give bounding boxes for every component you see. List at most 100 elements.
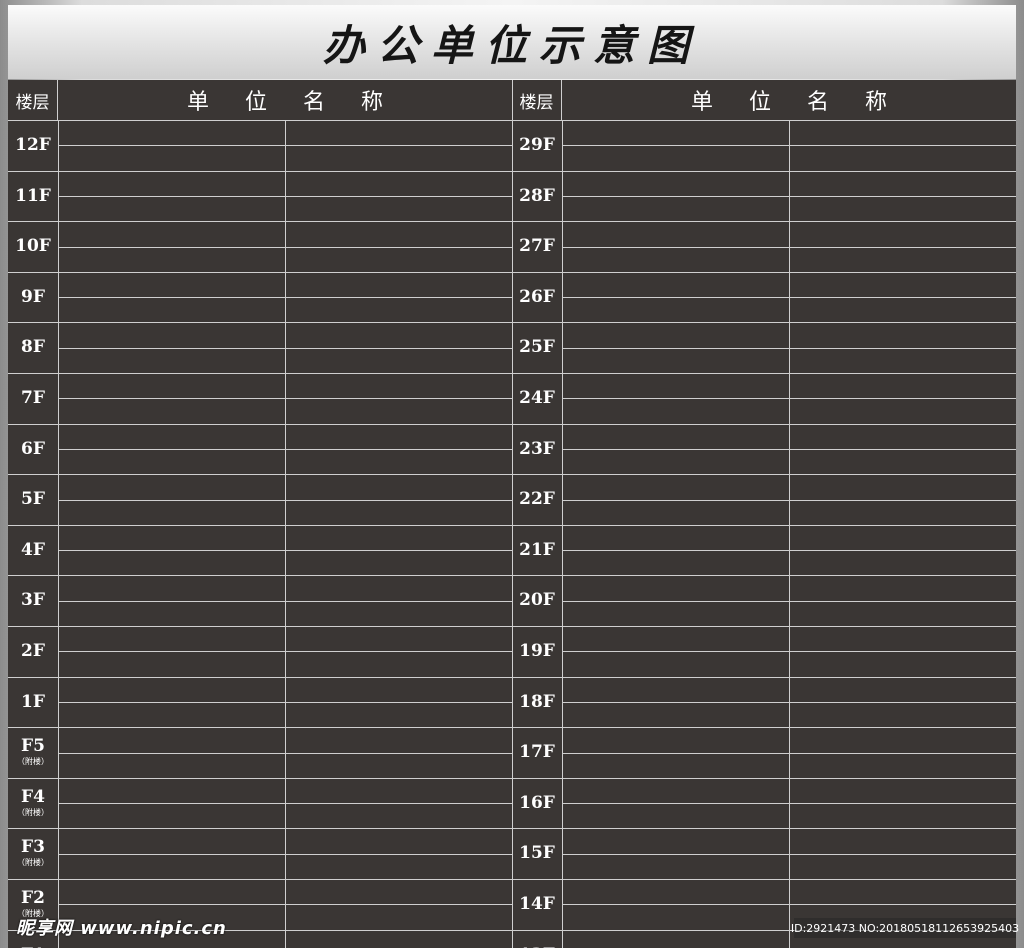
floor-label: 4F <box>21 539 45 560</box>
right-floor-cell: 16F <box>512 778 562 828</box>
left-floor-cell: 1F <box>8 677 58 727</box>
unit-slot-line <box>562 246 1016 248</box>
right-floor-cell: 28F <box>512 171 562 221</box>
unit-slot-line <box>58 347 512 349</box>
floor-row-separator <box>8 474 512 476</box>
unit-slot-line <box>58 297 512 299</box>
unit-slot-line <box>562 803 1016 805</box>
floor-label: 7F <box>21 388 45 408</box>
right-floor-cell: 18F <box>512 677 562 727</box>
floor-label: 12F <box>15 135 51 155</box>
floor-row-separator <box>512 575 1016 577</box>
unit-column-divider <box>285 120 286 948</box>
floor-label: 10F <box>15 236 51 257</box>
unit-slot-line <box>58 853 512 855</box>
unit-slot-line <box>562 550 1016 552</box>
floor-row-separator <box>8 676 512 678</box>
unit-slot-line <box>58 550 512 552</box>
floor-row-separator <box>512 170 1016 172</box>
floor-label: 16F <box>519 792 555 813</box>
floor-row-separator <box>512 676 1016 678</box>
right-floor-cell: 14F <box>512 879 562 929</box>
unit-slot-line <box>58 904 512 906</box>
unit-slot-line <box>562 853 1016 855</box>
right-floor-cell: 19F <box>512 626 562 676</box>
floor-label: F5 <box>21 736 45 757</box>
floor-column-divider <box>58 120 59 948</box>
right-floor-cell: 26F <box>512 272 562 322</box>
floor-row-separator <box>512 474 1016 476</box>
floor-label: 18F <box>519 691 555 712</box>
unit-slot-line <box>58 752 512 754</box>
right-floor-cell: 27F <box>512 221 562 271</box>
right-floor-cell: 25F <box>512 322 562 372</box>
floor-row-separator <box>8 828 512 830</box>
unit-slot-line <box>58 145 512 147</box>
annex-note: （附楼） <box>17 858 49 868</box>
floor-label: 3F <box>21 590 45 611</box>
left-floor-cell: 4F <box>8 525 58 575</box>
floor-label: 20F <box>519 590 555 611</box>
unit-column-divider <box>789 120 790 948</box>
unit-slot-line <box>58 246 512 248</box>
left-floor-cell: F4 （附楼） <box>8 778 58 828</box>
right-floor-cell: 17F <box>512 727 562 777</box>
right-header: 楼层 单位名称 <box>512 80 1016 121</box>
floor-row-separator <box>512 828 1016 830</box>
right-floor-cell: 29F <box>512 120 562 170</box>
unit-slot-line <box>58 499 512 501</box>
floor-label: 25F <box>519 337 555 358</box>
left-floor-cell: 12F <box>8 120 58 170</box>
watermark-logo: 昵享网 www.nipic.cn <box>16 918 227 939</box>
floor-row-separator <box>512 626 1016 627</box>
floor-row-separator <box>512 879 1016 880</box>
floor-label: 17F <box>519 742 555 763</box>
floor-row-separator <box>8 423 512 425</box>
left-floor-cell: 3F <box>8 575 58 625</box>
floor-label: 6F <box>21 438 45 459</box>
unit-slot-line <box>58 701 512 703</box>
unit-name-column-header: 单位名称 <box>690 90 923 115</box>
unit-slot-line <box>562 904 1016 906</box>
floor-label: 24F <box>519 388 555 408</box>
unit-slot-line <box>562 297 1016 299</box>
floor-row-separator <box>512 423 1016 425</box>
floor-column-header: 楼层 <box>512 80 562 120</box>
left-floor-cell: F3 （附楼） <box>8 828 58 878</box>
floor-label: 21F <box>519 539 555 560</box>
floor-label: 27F <box>519 236 555 257</box>
right-directory: 楼层 单位名称 29F 28F 27F 26F 25F 24F 23F 22F 21F 20F 19… <box>512 80 1016 948</box>
unit-slot-line <box>58 803 512 805</box>
floor-row-separator <box>8 221 512 223</box>
image-id-label: ID:2921473 NO:20180518112653925403 <box>791 918 1019 938</box>
floor-row-separator <box>8 322 512 324</box>
floor-label: 19F <box>519 641 555 661</box>
floor-label: 5F <box>21 489 45 510</box>
unit-slot-line <box>58 448 512 450</box>
floor-row-separator <box>512 271 1016 273</box>
unit-slot-line <box>562 347 1016 349</box>
directory-board: 楼层 单位名称 12F 11F 10F 9F 8F 7F 6F 5F 4F 3F 2F 1F F5 （附楼… <box>8 80 1016 948</box>
unit-slot-line <box>58 398 512 400</box>
left-floor-cell: 10F <box>8 221 58 271</box>
left-floor-cell: 2F <box>8 626 58 676</box>
floor-row-separator <box>8 575 512 577</box>
unit-slot-line <box>562 752 1016 754</box>
unit-slot-line <box>58 600 512 602</box>
floor-row-separator <box>8 524 512 526</box>
unit-slot-line <box>562 398 1016 400</box>
left-floor-cell: 11F <box>8 171 58 221</box>
floor-label: 1F <box>21 691 45 712</box>
floor-row-separator <box>512 727 1016 729</box>
left-floor-cell: 7F <box>8 373 58 423</box>
floor-label: 11F <box>15 185 51 206</box>
floor-row-separator <box>512 524 1016 526</box>
floor-label: F4 <box>21 786 45 807</box>
left-floor-cell: 9F <box>8 272 58 322</box>
unit-slot-line <box>562 195 1016 197</box>
floor-row-separator <box>512 322 1016 324</box>
unit-slot-line <box>58 651 512 653</box>
title-band: 办公单位示意图 <box>8 5 1016 79</box>
right-floor-cell: 20F <box>512 575 562 625</box>
floor-row-separator <box>8 879 512 880</box>
